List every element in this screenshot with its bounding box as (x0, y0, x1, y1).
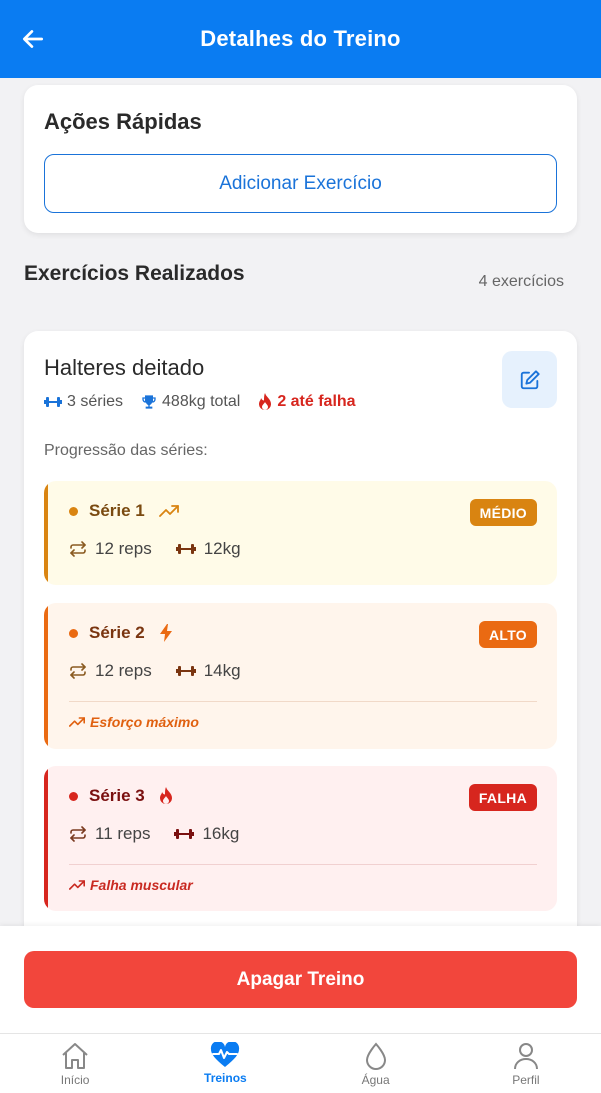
tab-label: Início (60, 1073, 90, 1087)
tab-profile[interactable]: Perfil (451, 1034, 601, 1093)
series-item: Série 3 FALHA 11 reps 16kg Falha muscula… (44, 766, 557, 911)
series-header: Série 2 (69, 623, 173, 643)
series-header: Série 1 (69, 501, 179, 521)
series-dot (69, 791, 78, 801)
flame-icon (159, 787, 172, 804)
series-name: Série 3 (89, 786, 145, 805)
page-title: Detalhes do Treino (200, 26, 401, 51)
total-stat: 488kg total (141, 393, 240, 411)
tab-label: Treinos (204, 1071, 247, 1085)
tab-home[interactable]: Início (0, 1034, 150, 1093)
edit-exercise-button[interactable] (502, 351, 557, 408)
arrow-left-icon (22, 30, 44, 48)
add-exercise-button[interactable]: Adicionar Exercício (44, 154, 557, 213)
trending-up-icon (158, 505, 179, 517)
repeat-icon (70, 826, 86, 842)
dumbbell-icon (175, 544, 196, 554)
progression-label: Progressão das séries: (44, 442, 208, 459)
series-note-text: Esforço máximo (90, 714, 199, 730)
bottom-action-area: Apagar Treino (0, 926, 601, 1034)
tab-label: Perfil (512, 1073, 540, 1087)
reps-value: 11 reps (95, 824, 151, 843)
exercise-card: Halteres deitado 3 séries 488kg total 2 … (24, 331, 577, 926)
water-drop-icon (365, 1042, 386, 1070)
weight-item: 16kg (174, 824, 239, 844)
trending-up-icon (69, 717, 85, 727)
series-details: 12 reps 12kg (69, 539, 265, 559)
bottom-tab-bar: Início Treinos Água Perfil (0, 1033, 601, 1093)
series-item: Série 2 ALTO 12 reps 14kg Esforço máximo (44, 603, 557, 749)
reps-item: 12 reps (69, 539, 152, 559)
weight-value: 16kg (202, 824, 240, 843)
series-details: 12 reps 14kg (69, 661, 265, 681)
reps-item: 12 reps (69, 661, 152, 681)
home-icon (62, 1043, 88, 1069)
delete-workout-button[interactable]: Apagar Treino (24, 951, 577, 1008)
divider (69, 701, 537, 702)
edit-icon (520, 369, 540, 389)
series-note-text: Falha muscular (90, 877, 193, 893)
dumbbell-icon (175, 666, 196, 676)
series-item: Série 1 MÉDIO 12 reps 12kg (44, 481, 557, 585)
person-icon (513, 1043, 538, 1070)
lightning-icon (159, 624, 172, 642)
series-name: Série 1 (89, 501, 145, 520)
weight-value: 12kg (203, 539, 241, 558)
series-accent-bar (44, 766, 48, 911)
failure-stat: 2 até falha (258, 393, 356, 411)
quick-actions-card: Ações Rápidas Adicionar Exercício (24, 85, 577, 233)
back-button[interactable] (18, 24, 48, 54)
dumbbell-icon (174, 829, 195, 839)
divider (69, 864, 537, 865)
series-accent-bar (44, 603, 48, 749)
series-header: Série 3 (69, 786, 173, 806)
intensity-badge: FALHA (468, 784, 537, 811)
series-accent-bar (44, 481, 48, 585)
repeat-icon (70, 541, 86, 557)
dumbbell-icon (44, 397, 62, 407)
series-name: Série 2 (89, 623, 145, 642)
tab-water[interactable]: Água (301, 1034, 451, 1093)
reps-item: 11 reps (69, 824, 150, 844)
series-dot (69, 506, 78, 516)
exercise-count: 4 exercícios (478, 273, 564, 290)
intensity-badge: ALTO (478, 621, 537, 648)
quick-actions-title: Ações Rápidas (44, 109, 202, 134)
trending-up-icon (69, 880, 85, 890)
intensity-badge: MÉDIO (469, 499, 537, 526)
series-details: 11 reps 16kg (69, 824, 263, 844)
heart-pulse-icon (211, 1042, 240, 1067)
tab-label: Água (361, 1073, 390, 1087)
reps-value: 12 reps (95, 539, 152, 558)
weight-item: 12kg (175, 539, 241, 559)
sets-stat: 3 séries (44, 393, 123, 411)
failure-count: 2 até falha (277, 393, 356, 410)
series-note: Falha muscular (69, 877, 193, 893)
trophy-icon (142, 395, 156, 409)
flame-icon (259, 393, 272, 410)
section-title: Exercícios Realizados (24, 262, 245, 285)
reps-value: 12 reps (95, 661, 152, 680)
repeat-icon (70, 663, 86, 679)
exercise-stats: 3 séries 488kg total 2 até falha (44, 393, 374, 411)
app-bar: Detalhes do Treino (0, 0, 601, 78)
content-scroll[interactable]: Ações Rápidas Adicionar Exercício Exercí… (0, 78, 601, 926)
sets-count: 3 séries (67, 393, 124, 410)
series-note: Esforço máximo (69, 714, 199, 730)
tab-workouts[interactable]: Treinos (150, 1034, 300, 1093)
series-dot (69, 628, 78, 638)
total-weight: 488kg total (162, 393, 241, 410)
weight-value: 14kg (203, 661, 241, 680)
weight-item: 14kg (175, 661, 241, 681)
exercise-name: Halteres deitado (44, 355, 205, 380)
